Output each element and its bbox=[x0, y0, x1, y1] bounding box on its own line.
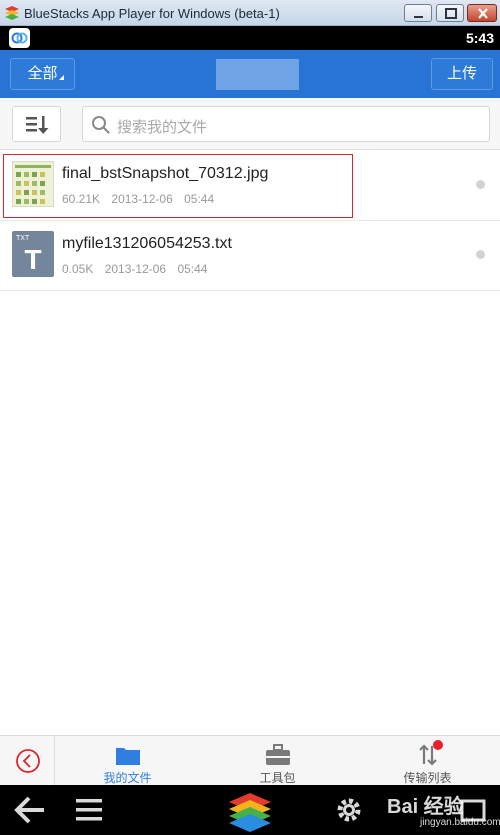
tab-toolbox[interactable]: 工具包 bbox=[230, 736, 325, 786]
search-input[interactable]: 搜索我的文件 bbox=[82, 106, 490, 142]
search-placeholder: 搜索我的文件 bbox=[117, 119, 208, 136]
window-titlebar: BlueStacks App Player for Windows (beta-… bbox=[0, 0, 500, 26]
upload-label: 上传 bbox=[446, 65, 477, 82]
file-row[interactable]: TXT T myfile131206054253.txt 0.05K 2013-… bbox=[0, 221, 500, 291]
app-header: 全部 上传 bbox=[0, 50, 500, 98]
close-button[interactable] bbox=[467, 4, 497, 22]
bluestacks-window: BlueStacks App Player for Windows (beta-… bbox=[0, 0, 500, 835]
select-dot-icon[interactable] bbox=[476, 250, 485, 259]
file-time: 05:44 bbox=[184, 192, 215, 206]
file-row[interactable]: final_bstSnapshot_70312.jpg 60.21K 2013-… bbox=[0, 151, 500, 221]
tab-label: 我的文件 bbox=[103, 771, 152, 785]
all-files-label: 全部 bbox=[27, 65, 58, 82]
back-circle-button[interactable] bbox=[0, 736, 55, 786]
maximize-icon bbox=[445, 8, 457, 19]
back-arrow-icon bbox=[14, 796, 44, 824]
window-title: BlueStacks App Player for Windows (beta-… bbox=[24, 6, 280, 21]
gear-icon bbox=[337, 798, 361, 822]
file-date: 2013-12-06 bbox=[111, 192, 173, 206]
selection-highlight bbox=[3, 154, 353, 218]
bottom-tab-bar: 我的文件 工具包 传输列表 bbox=[0, 735, 500, 786]
tab-label: 工具包 bbox=[259, 771, 296, 785]
tab-label: 传输列表 bbox=[403, 771, 452, 785]
file-meta: 60.21K 2013-12-06 05:44 bbox=[62, 192, 214, 206]
baidu-watermark-url: jingyan.baidu.com bbox=[420, 817, 500, 828]
toolbox-icon bbox=[265, 744, 290, 765]
folder-icon bbox=[115, 748, 140, 765]
image-thumbnail-icon bbox=[12, 161, 54, 207]
sort-icon bbox=[26, 116, 49, 134]
baidu-cloud-notification-icon bbox=[9, 28, 30, 48]
file-name: myfile131206054253.txt bbox=[62, 235, 232, 252]
status-time: 5:43 bbox=[465, 30, 494, 46]
nav-home-button[interactable] bbox=[226, 785, 274, 835]
back-circle-icon bbox=[16, 749, 40, 773]
notification-badge bbox=[433, 740, 443, 750]
header-title-redacted bbox=[216, 59, 299, 90]
dropdown-corner-icon bbox=[59, 75, 64, 80]
minimize-icon bbox=[414, 16, 423, 18]
file-date: 2013-12-06 bbox=[104, 262, 167, 276]
bluestacks-nav-bar: Bai 经验 jingyan.baidu.com bbox=[0, 785, 500, 835]
bluestacks-home-icon bbox=[229, 793, 271, 832]
file-list: final_bstSnapshot_70312.jpg 60.21K 2013-… bbox=[0, 151, 500, 291]
select-dot-icon[interactable] bbox=[476, 180, 485, 189]
file-meta: 0.05K 2013-12-06 05:44 bbox=[62, 262, 207, 276]
search-icon bbox=[92, 116, 110, 134]
status-bar: 5:43 bbox=[0, 26, 500, 50]
minimize-button[interactable] bbox=[404, 4, 432, 22]
file-size: 60.21K bbox=[62, 192, 101, 206]
menu-icon bbox=[76, 799, 102, 821]
txt-letter: T bbox=[24, 244, 41, 275]
nav-settings-button[interactable] bbox=[334, 785, 364, 835]
file-size: 0.05K bbox=[62, 262, 94, 276]
tab-transfer-list[interactable]: 传输列表 bbox=[380, 736, 475, 786]
baidu-watermark: Bai 经验 bbox=[387, 796, 464, 818]
bluestacks-app-icon bbox=[5, 6, 19, 20]
nav-back-button[interactable] bbox=[12, 785, 48, 835]
txt-tag: TXT bbox=[16, 235, 30, 242]
all-files-dropdown-button[interactable]: 全部 bbox=[10, 58, 75, 90]
nav-menu-button[interactable] bbox=[74, 785, 106, 835]
file-name: final_bstSnapshot_70312.jpg bbox=[62, 165, 269, 182]
upload-button[interactable]: 上传 bbox=[431, 58, 493, 90]
txt-file-icon: TXT T bbox=[12, 231, 54, 277]
search-toolbar: 搜索我的文件 bbox=[0, 98, 500, 150]
maximize-button[interactable] bbox=[436, 4, 464, 22]
close-icon bbox=[478, 8, 488, 19]
sort-button[interactable] bbox=[12, 106, 61, 142]
tab-my-files[interactable]: 我的文件 bbox=[80, 736, 175, 786]
file-time: 05:44 bbox=[177, 262, 208, 276]
